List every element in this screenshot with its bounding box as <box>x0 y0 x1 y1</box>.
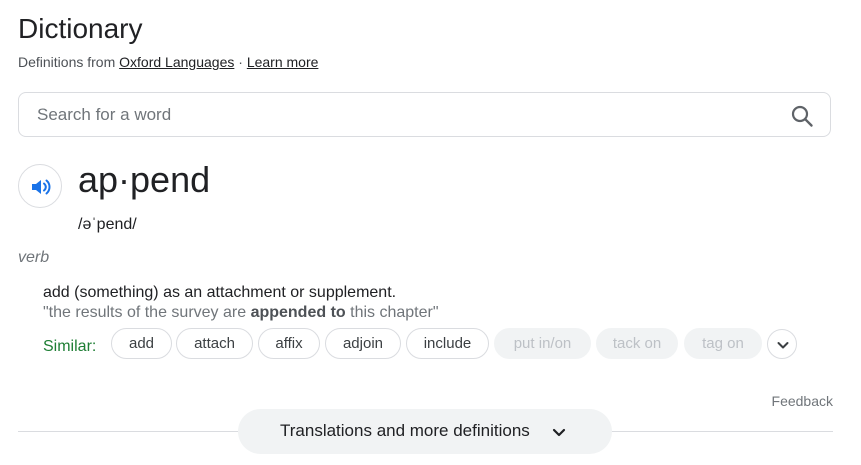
page-title: Dictionary <box>18 13 143 44</box>
speaker-icon <box>32 179 51 195</box>
similar-chip-tack-on[interactable]: tack on <box>596 328 678 359</box>
similar-chip-affix[interactable]: affix <box>258 328 320 359</box>
definition: add (something) as an attachment or supp… <box>43 284 397 301</box>
expand-similar-button[interactable] <box>767 329 797 359</box>
oxford-languages-link[interactable]: Oxford Languages <box>119 54 234 70</box>
learn-more-link[interactable]: Learn more <box>247 54 319 70</box>
similar-chip-include[interactable]: include <box>406 328 489 359</box>
example-sentence: "the results of the survey are appended … <box>43 303 439 323</box>
part-of-speech: verb <box>18 249 50 266</box>
translations-more-label: Translations and more definitions <box>280 421 530 440</box>
search-input[interactable] <box>37 93 777 136</box>
similar-label: Similar: <box>43 338 97 355</box>
source-prefix: Definitions from <box>18 54 116 70</box>
pronunciation-audio-button[interactable] <box>18 164 62 208</box>
separator: · <box>238 54 243 70</box>
translations-more-button[interactable]: Translations and more definitions <box>238 409 612 454</box>
phonetic: /əˈpend/ <box>78 216 137 233</box>
similar-chip-add[interactable]: add <box>111 328 172 359</box>
example-after: this chapter" <box>345 304 439 321</box>
example-before: "the results of the survey are <box>43 304 251 321</box>
chevron-down-icon <box>552 428 566 437</box>
search-icon[interactable] <box>790 104 814 128</box>
similar-chip-put-in-on[interactable]: put in/on <box>494 328 591 359</box>
example-bold: appended to <box>250 304 346 321</box>
similar-chip-tag-on[interactable]: tag on <box>684 328 762 359</box>
similar-chip-adjoin[interactable]: adjoin <box>325 328 401 359</box>
chevron-down-icon <box>777 342 789 349</box>
feedback-link[interactable]: Feedback <box>772 393 833 409</box>
source-line: Definitions from Oxford Languages · Lear… <box>18 53 318 71</box>
similar-chip-attach[interactable]: attach <box>176 328 253 359</box>
headword: ap·pend <box>78 159 211 200</box>
search-box[interactable] <box>18 92 831 137</box>
